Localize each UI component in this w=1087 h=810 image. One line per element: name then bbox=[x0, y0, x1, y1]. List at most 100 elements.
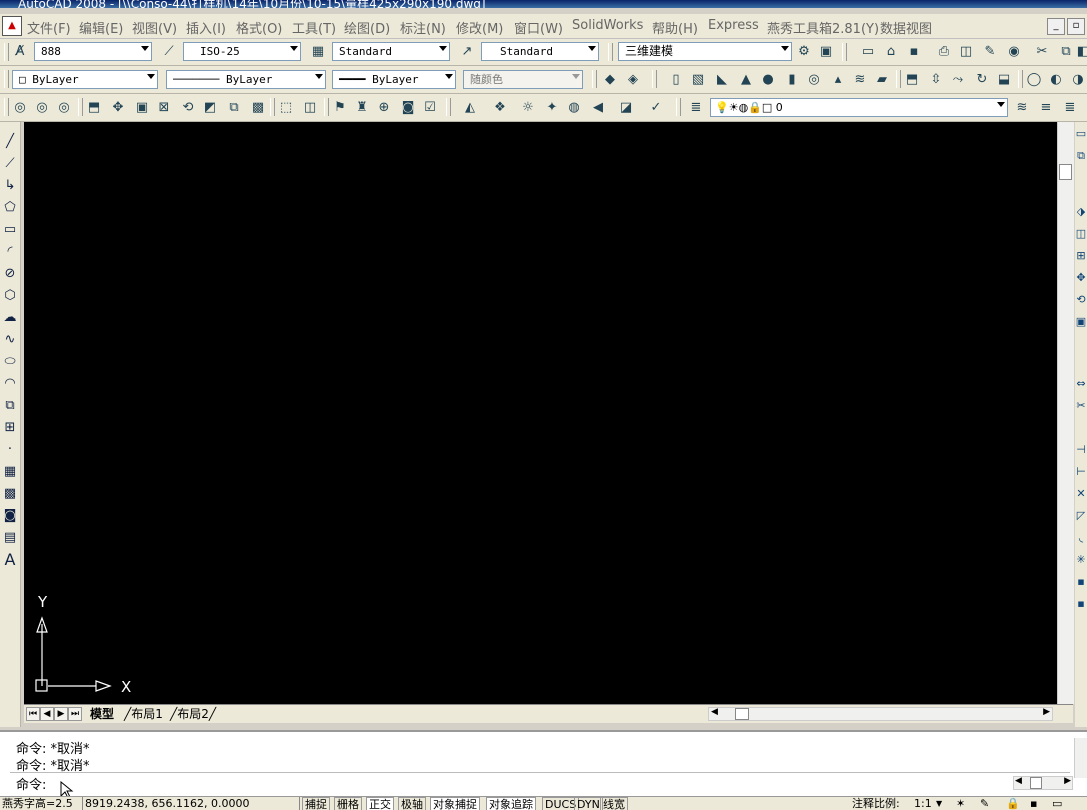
environment-icon[interactable]: ◍ bbox=[566, 100, 582, 116]
toolbar-grip[interactable] bbox=[1018, 70, 1023, 88]
modify-move-icon[interactable]: ✥ bbox=[1075, 270, 1087, 286]
toolbar-grip[interactable] bbox=[608, 43, 613, 61]
ellipse-arc-icon[interactable]: ◠ bbox=[2, 376, 18, 392]
multileader-style-combo[interactable]: Standard bbox=[481, 42, 599, 61]
cylinder-icon[interactable]: ▮ bbox=[784, 72, 800, 88]
polygon-icon[interactable]: ⬠ bbox=[2, 200, 18, 216]
copy-icon[interactable]: ⧉ bbox=[1058, 44, 1074, 60]
layer-color-combo[interactable]: □ ByLayer bbox=[12, 70, 158, 89]
offset-faces-icon[interactable]: ▣ bbox=[134, 100, 150, 116]
menu-modify[interactable]: 修改(M) bbox=[456, 18, 503, 37]
annotation-scale-value[interactable]: 1:1 bbox=[914, 797, 932, 810]
polysolid-icon[interactable]: ▯ bbox=[668, 72, 684, 88]
modify-pedit-icon[interactable]: ▪ bbox=[1075, 574, 1087, 590]
toolbar-grip[interactable] bbox=[842, 43, 847, 61]
menu-window[interactable]: 窗口(W) bbox=[514, 18, 563, 37]
modify-copy-icon[interactable]: ⧉ bbox=[1075, 148, 1087, 164]
imprint-icon[interactable]: ⚑ bbox=[332, 100, 348, 116]
plot-icon[interactable]: ⎙ bbox=[936, 44, 952, 60]
menu-express[interactable]: Express bbox=[708, 18, 759, 33]
lights-icon[interactable]: ☼ bbox=[520, 100, 536, 116]
toggle-osnap[interactable]: 对象捕捉 bbox=[430, 797, 480, 810]
3d-dwf-icon[interactable]: ◉ bbox=[1006, 44, 1022, 60]
render-icon[interactable]: ◭ bbox=[462, 100, 478, 116]
scrollbar-thumb[interactable] bbox=[1030, 777, 1042, 789]
delete-faces-icon[interactable]: ⊠ bbox=[156, 100, 172, 116]
workspace-save-icon[interactable]: ▣ bbox=[818, 44, 834, 60]
intersect-icon[interactable]: ◑ bbox=[1070, 72, 1086, 88]
last-tab-button[interactable]: ⏭ bbox=[68, 707, 82, 721]
scroll-right-icon[interactable]: ▶ bbox=[1043, 707, 1050, 717]
plot-preview-icon[interactable]: ◫ bbox=[958, 44, 974, 60]
open-file-icon[interactable]: ⌂ bbox=[883, 44, 899, 60]
cut-icon[interactable]: ✂ bbox=[1034, 44, 1050, 60]
visual-styles-icon[interactable]: ✓ bbox=[648, 100, 664, 116]
helix-icon[interactable]: ≋ bbox=[852, 72, 868, 88]
toolbar-grip[interactable] bbox=[652, 70, 657, 88]
menu-draw[interactable]: 绘图(D) bbox=[344, 18, 390, 37]
cone-icon[interactable]: ▲ bbox=[738, 72, 754, 88]
annotation-visibility-icon[interactable]: ✶ bbox=[956, 797, 965, 810]
revision-cloud-icon[interactable]: ⬡ bbox=[2, 288, 18, 304]
render-settings-icon[interactable]: ✦ bbox=[544, 100, 560, 116]
toolbar-grip[interactable] bbox=[4, 70, 9, 88]
text-style-combo[interactable]: 888 bbox=[34, 42, 152, 61]
modify-array-icon[interactable]: ⊞ bbox=[1075, 248, 1087, 264]
separate-icon[interactable]: ⊕ bbox=[376, 100, 392, 116]
modify-stretch-icon[interactable]: ⇔ bbox=[1075, 376, 1087, 392]
clean-icon[interactable]: ♜ bbox=[354, 100, 370, 116]
auto-scale-icon[interactable]: ✎ bbox=[980, 797, 989, 810]
sweep-icon[interactable]: ⤳ bbox=[950, 72, 966, 88]
command-horizontal-scrollbar[interactable]: ◀ ▶ bbox=[1013, 776, 1073, 790]
app-icon[interactable]: ▲ bbox=[2, 16, 22, 36]
toolbar-grip[interactable] bbox=[446, 98, 451, 116]
modify-fillet-icon[interactable]: ◟ bbox=[1075, 530, 1087, 546]
table-icon[interactable]: ▤ bbox=[2, 530, 18, 546]
subtract-icon[interactable]: ◐ bbox=[1048, 72, 1064, 88]
vertical-scrollbar[interactable] bbox=[1057, 122, 1074, 704]
publish-icon[interactable]: ✎ bbox=[982, 44, 998, 60]
modify-offset-icon[interactable]: ◫ bbox=[1075, 226, 1087, 242]
shell-icon[interactable]: ◙ bbox=[400, 100, 416, 116]
wedge-icon[interactable]: ◣ bbox=[714, 72, 730, 88]
cloud-icon[interactable]: ☁ bbox=[2, 310, 18, 326]
make-object-layer-current-icon[interactable]: ≋ bbox=[1014, 100, 1030, 116]
union-icon[interactable]: ◎ bbox=[12, 100, 28, 116]
menu-edit[interactable]: 编辑(E) bbox=[79, 18, 123, 37]
multileader-style-icon[interactable]: ↗ bbox=[459, 44, 475, 60]
region-icon[interactable]: ◙ bbox=[2, 508, 18, 524]
modify-rotate-icon[interactable]: ⟲ bbox=[1075, 292, 1087, 308]
linetype-combo[interactable]: ─────── ByLayer bbox=[166, 70, 326, 89]
command-window[interactable]: 命令: *取消* 命令: *取消* 命令: ◀ ▶ bbox=[0, 730, 1087, 799]
toolbar-grip[interactable] bbox=[324, 98, 329, 116]
dim-style-icon[interactable]: ⟋ bbox=[161, 44, 177, 60]
toolbar-grip[interactable] bbox=[896, 70, 901, 88]
mtext-icon[interactable]: A bbox=[2, 552, 18, 568]
layer-previous-icon[interactable]: ≡ bbox=[1038, 100, 1054, 116]
pyramid-icon[interactable]: ▴ bbox=[830, 72, 846, 88]
modify-scale-icon[interactable]: ▣ bbox=[1075, 314, 1087, 330]
modify-extend-icon[interactable]: ⊣ bbox=[1075, 442, 1087, 458]
menu-format[interactable]: 格式(O) bbox=[236, 18, 282, 37]
minimize-button[interactable]: _ bbox=[1047, 18, 1065, 35]
modify-explode-icon[interactable]: ✳ bbox=[1075, 552, 1087, 568]
scrollbar-thumb[interactable] bbox=[735, 708, 749, 720]
union-icon[interactable]: ◯ bbox=[1026, 72, 1042, 88]
scroll-left-icon[interactable]: ◀ bbox=[1015, 776, 1022, 786]
ellipse-icon[interactable]: ⬭ bbox=[2, 354, 18, 370]
chevron-down-icon[interactable]: ▼ bbox=[936, 797, 942, 810]
extrude-faces-icon[interactable]: ⬒ bbox=[86, 100, 102, 116]
menu-dimension[interactable]: 标注(N) bbox=[400, 18, 446, 37]
polyline-icon[interactable]: ↳ bbox=[2, 178, 18, 194]
toggle-dyn[interactable]: DYN bbox=[574, 797, 603, 810]
modify-join-icon[interactable]: ✕ bbox=[1075, 486, 1087, 502]
make-block-icon[interactable]: ⊞ bbox=[2, 420, 18, 436]
spline-icon[interactable]: ∿ bbox=[2, 332, 18, 348]
intersect-icon[interactable]: ◎ bbox=[56, 100, 72, 116]
toggle-grid[interactable]: 栅格 bbox=[334, 797, 362, 810]
move-faces-icon[interactable]: ✥ bbox=[110, 100, 126, 116]
toggle-otrack[interactable]: 对象追踪 bbox=[486, 797, 536, 810]
toolbar-grip[interactable] bbox=[78, 98, 83, 116]
insert-block-icon[interactable]: ⧉ bbox=[2, 398, 18, 414]
new-file-icon[interactable]: ▭ bbox=[860, 44, 876, 60]
